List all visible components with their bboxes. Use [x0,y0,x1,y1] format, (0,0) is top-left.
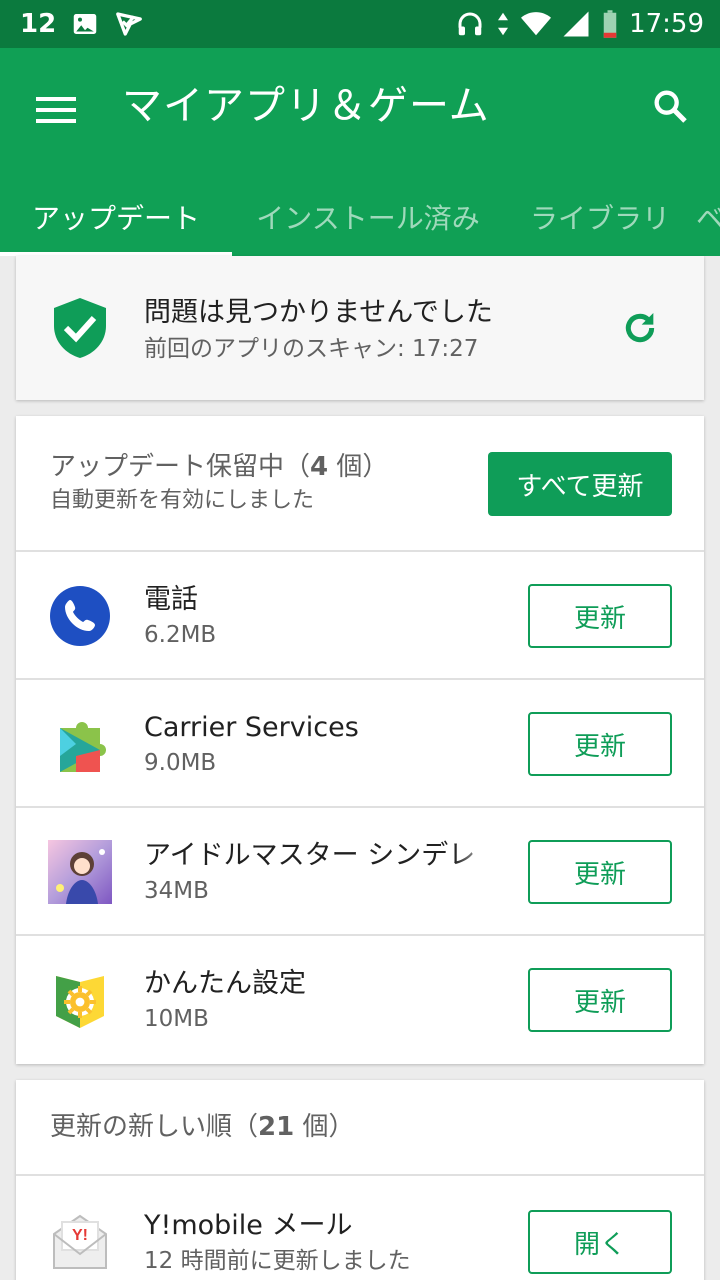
check-notification-icon [116,12,143,36]
scan-subtitle: 前回のアプリのスキャン: 17:27 [144,336,479,362]
app-name: Y!mobile メール [144,1210,353,1241]
app-row-carrier-services[interactable]: Carrier Services 9.0MB 更新 [16,680,704,808]
phone-app-icon [50,586,110,646]
svg-text:Y!: Y! [72,1227,88,1244]
app-row-easy-settings[interactable]: かんたん設定 10MB 更新 [16,936,704,1064]
app-name: Carrier Services [144,712,359,743]
recent-count: 21 [258,1112,295,1142]
status-bar: 12 17:59 [0,0,720,48]
app-row-phone[interactable]: 電話 6.2MB 更新 [16,552,704,680]
app-size: 9.0MB [144,750,217,776]
ymobile-mail-icon: Y! [53,1214,107,1269]
app-row-idolmaster[interactable]: アイドルマスター シンデレ 34MB 更新 [16,808,704,936]
security-scan-card: 問題は見つかりませんでした 前回のアプリのスキャン: 17:27 [16,256,704,400]
recent-title-suffix: 個） [294,1112,355,1142]
tab-library[interactable]: ライブラリ [504,178,696,256]
recently-updated-card: 更新の新しい順（21 個） Y! Y!mobile メール 12 時間前に更新し… [16,1080,704,1280]
app-name: 電話 [144,584,198,615]
tab-beta[interactable]: ベ [696,178,720,256]
data-arrows-icon [498,12,509,36]
idolmaster-icon [48,840,112,904]
menu-icon[interactable] [28,82,84,138]
headphones-icon [458,12,482,36]
refresh-icon[interactable] [620,308,660,348]
pending-title-suffix: 個） [328,452,389,482]
shield-check-icon [54,298,106,358]
app-updated-time: 12 時間前に更新しました [144,1248,411,1274]
app-size: 6.2MB [144,622,217,648]
app-row-ymobile-mail[interactable]: Y! Y!mobile メール 12 時間前に更新しました 開く [16,1178,704,1280]
pending-count: 4 [310,452,329,482]
wifi-icon [521,12,552,36]
auto-update-status: 自動更新を有効にしました [50,488,315,513]
pending-updates-header: アップデート保留中（4 個） 自動更新を有効にしました すべて更新 [16,416,704,552]
update-button[interactable]: 更新 [528,840,672,904]
search-icon[interactable] [642,78,698,134]
update-all-button[interactable]: すべて更新 [488,452,672,516]
image-icon [73,14,97,34]
battery-low-icon [603,10,617,38]
carrier-services-icon [60,722,106,772]
notification-count: 12 [20,9,57,39]
pending-updates-title: アップデート保留中（4 個） [50,450,388,484]
clock: 17:59 [629,9,704,39]
text-fade [454,832,498,880]
tab-updates[interactable]: アップデート [0,178,232,256]
app-name: かんたん設定 [144,968,306,999]
open-button[interactable]: 開く [528,1210,672,1274]
app-name: アイドルマスター シンデレ [144,840,476,871]
easy-settings-icon [56,976,104,1028]
pending-updates-card: アップデート保留中（4 個） 自動更新を有効にしました すべて更新 電話 6.2… [16,416,704,1064]
update-button[interactable]: 更新 [528,968,672,1032]
pending-title-prefix: アップデート保留中（ [50,452,311,482]
recent-title-prefix: 更新の新しい順（ [50,1112,259,1142]
page-title: マイアプリ＆ゲーム [122,83,490,129]
app-size: 10MB [144,1006,209,1032]
update-button[interactable]: 更新 [528,584,672,648]
signal-icon [563,11,589,37]
update-button[interactable]: 更新 [528,712,672,776]
app-size: 34MB [144,878,209,904]
recently-updated-header: 更新の新しい順（21 個） [16,1080,704,1176]
tab-installed[interactable]: インストール済み [232,178,504,256]
recently-updated-title: 更新の新しい順（21 個） [50,1110,354,1144]
app-bar: マイアプリ＆ゲーム アップデート インストール済み ライブラリ ベ [0,48,720,256]
tab-bar: アップデート インストール済み ライブラリ ベ [0,178,720,256]
scan-title: 問題は見つかりませんでした [144,297,493,328]
